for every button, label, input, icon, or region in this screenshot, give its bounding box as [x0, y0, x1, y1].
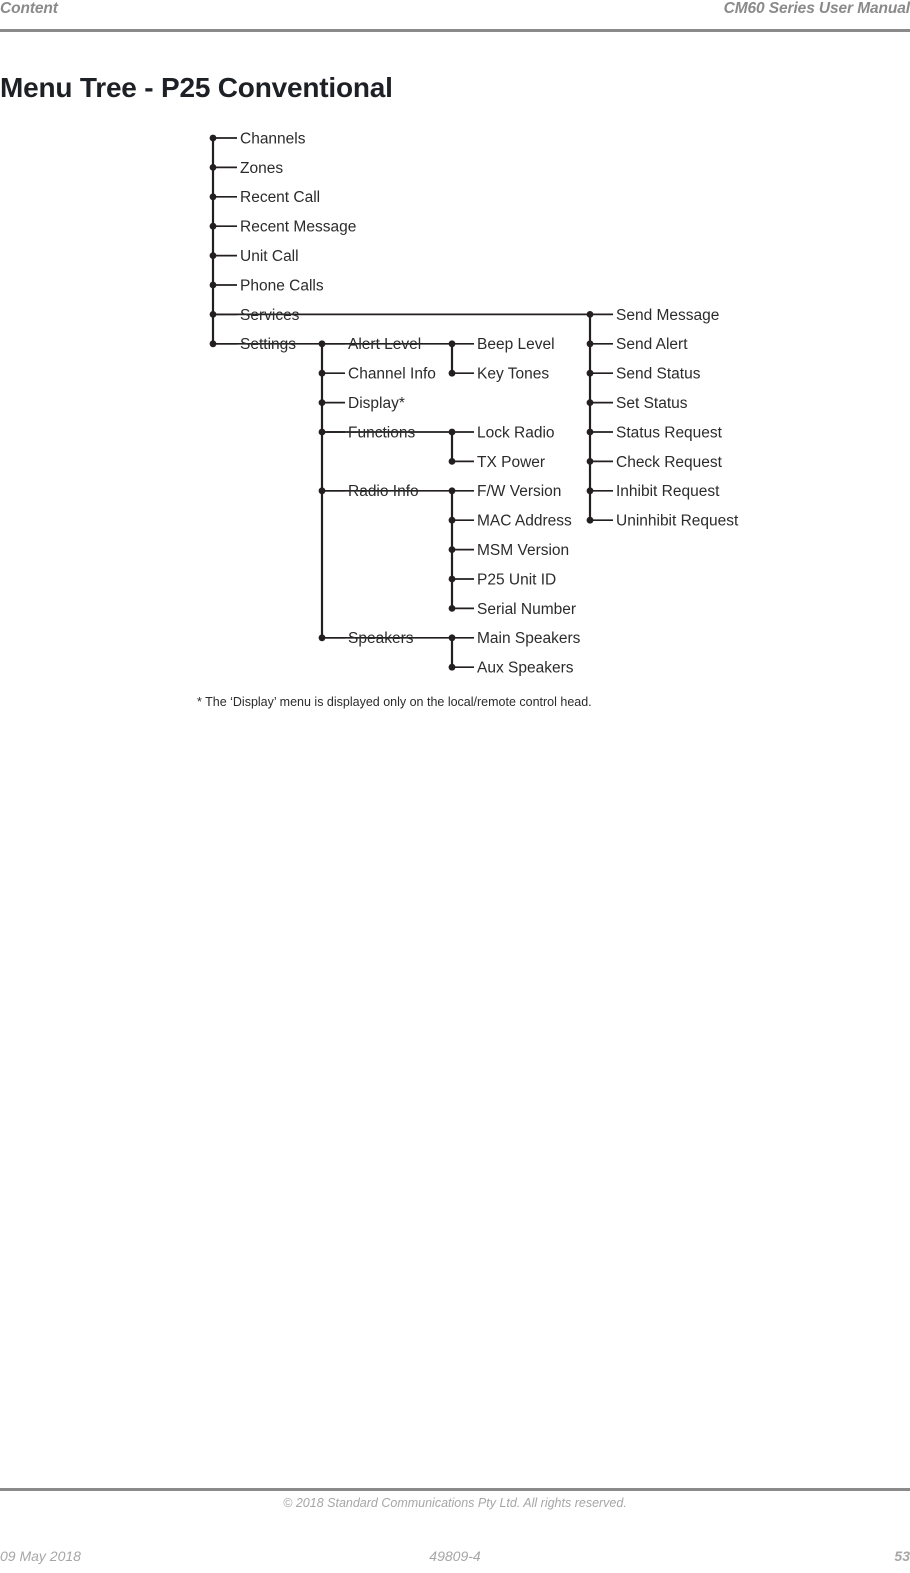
tree-node-dot-alert-level	[318, 340, 326, 348]
tree-node-label-check-request: Check Request	[616, 454, 723, 471]
tree-node-label-tx-power: TX Power	[477, 454, 545, 471]
tree-node-label-channel-info: Channel Info	[348, 366, 436, 383]
tree-node-label-recent-message: Recent Message	[240, 219, 356, 236]
tree-node-dot-beep-level	[448, 340, 456, 348]
tree-node-dot-serial-number	[448, 605, 456, 612]
tree-node-dot-set-status	[586, 399, 594, 406]
menu-tree-diagram: Channels Zones Recent Call Recent Message Un…	[0, 118, 910, 688]
tree-node-label-functions: Functions	[348, 424, 415, 441]
tree-node-label-speakers: Speakers	[348, 630, 414, 647]
tree-node-label-p25-unit-id: P25 Unit ID	[477, 571, 556, 588]
tree-node-label-lock-radio: Lock Radio	[477, 424, 555, 441]
tree-node-label-main-speakers: Main Speakers	[477, 630, 581, 647]
tree-node-dot-channel-info	[318, 369, 326, 377]
header-section-label: Content	[0, 0, 58, 17]
tree-node-label-key-tones: Key Tones	[477, 366, 549, 383]
tree-node-label-serial-number: Serial Number	[477, 601, 576, 618]
tree-node-dot-functions	[318, 428, 326, 436]
tree-node-dot-services	[209, 311, 217, 318]
footer-divider	[0, 1488, 910, 1491]
tree-node-label-fw-version: F/W Version	[477, 483, 561, 500]
tree-node-dot-mac-address	[448, 516, 456, 524]
tree-node-label-alert-level: Alert Level	[348, 336, 421, 353]
menu-tree-svg: Channels Zones Recent Call Recent Message Un…	[209, 130, 739, 677]
footer-document-number: 49809-4	[429, 1548, 481, 1564]
diagram-footnote: * The ‘Display’ menu is displayed only o…	[197, 695, 592, 709]
tree-node-label-phone-calls: Phone Calls	[240, 277, 324, 294]
tree-node-dot-main-speakers	[448, 634, 456, 642]
tree-node-dot-zones	[209, 164, 217, 171]
tree-node-dot-tx-power	[448, 458, 456, 465]
tree-node-dot-display	[318, 399, 326, 406]
tree-node-dot-send-alert	[586, 340, 594, 348]
tree-node-label-inhibit-request: Inhibit Request	[616, 483, 720, 500]
tree-node-dot-recent-call	[209, 193, 217, 201]
tree-node-label-send-message: Send Message	[616, 307, 719, 324]
tree-node-label-settings: Settings	[240, 336, 296, 353]
tree-node-label-status-request: Status Request	[616, 424, 723, 441]
tree-node-dot-key-tones	[448, 369, 456, 377]
tree-node-label-send-status: Send Status	[616, 366, 701, 383]
tree-node-dot-send-message	[586, 311, 594, 318]
footer-copyright: © 2018 Standard Communications Pty Ltd. …	[283, 1496, 627, 1510]
page-title: Menu Tree - P25 Conventional	[0, 71, 393, 103]
tree-node-label-beep-level: Beep Level	[477, 336, 555, 353]
tree-node-dot-unit-call	[209, 252, 217, 259]
tree-node-label-recent-call: Recent Call	[240, 189, 320, 206]
tree-node-label-set-status: Set Status	[616, 395, 688, 412]
tree-node-label-services: Services	[240, 307, 300, 324]
tree-node-dot-inhibit-request	[586, 487, 594, 495]
tree-node-dot-p25-unit-id	[448, 575, 456, 583]
tree-node-dot-send-status	[586, 369, 594, 377]
page-header: Content CM60 Series User Manual	[0, 0, 910, 33]
tree-node-dot-check-request	[586, 458, 594, 465]
tree-node-label-aux-speakers: Aux Speakers	[477, 660, 574, 677]
tree-node-label-mac-address: MAC Address	[477, 513, 572, 530]
tree-node-dot-channels	[209, 134, 217, 142]
tree-node-dot-status-request	[586, 428, 594, 436]
header-document-title: CM60 Series User Manual	[723, 0, 910, 17]
tree-node-label-uninhibit-request: Uninhibit Request	[616, 513, 739, 530]
tree-node-dot-recent-message	[209, 222, 217, 230]
tree-node-dot-speakers	[318, 634, 326, 642]
tree-node-dot-msm-version	[448, 546, 456, 553]
tree-node-label-zones: Zones	[240, 160, 283, 177]
tree-node-dot-lock-radio	[448, 428, 456, 436]
tree-node-dot-settings	[209, 340, 217, 348]
tree-node-label-radio-info: Radio Info	[348, 483, 419, 500]
tree-node-label-msm-version: MSM Version	[477, 542, 569, 559]
page-footer: 09 May 2018 49809-4 53	[0, 1548, 910, 1570]
footer-page-number: 53	[894, 1548, 910, 1564]
tree-node-dot-phone-calls	[209, 281, 217, 289]
tree-node-dot-aux-speakers	[448, 663, 456, 671]
tree-node-label-send-alert: Send Alert	[616, 336, 688, 353]
header-divider	[0, 29, 910, 32]
tree-node-label-display: Display*	[348, 395, 405, 412]
tree-node-dot-fw-version	[448, 487, 456, 495]
tree-node-label-channels: Channels	[240, 130, 306, 147]
tree-node-dot-uninhibit-request	[586, 516, 594, 524]
tree-node-dot-radio-info	[318, 487, 326, 495]
tree-node-label-unit-call: Unit Call	[240, 248, 299, 265]
